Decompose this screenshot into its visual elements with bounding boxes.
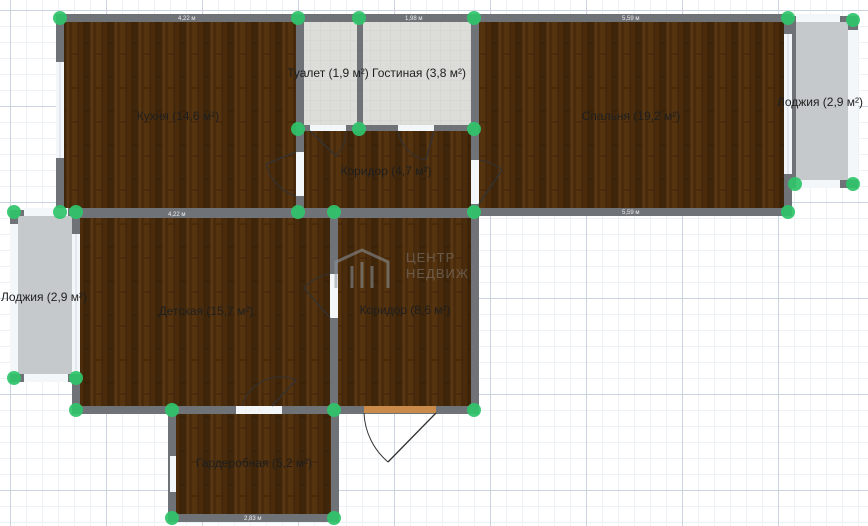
dim-toilet-living-top: 1,98 м — [405, 16, 422, 22]
label-loggia-right: Лоджия (2,9 м²) — [777, 95, 863, 109]
watermark-line-2: НЕДВИЖ — [406, 266, 469, 281]
door-bedroom[interactable] — [471, 160, 479, 204]
vertex-handle[interactable] — [327, 205, 341, 219]
vertex-handle[interactable] — [781, 205, 795, 219]
vertex-handle[interactable] — [7, 371, 21, 385]
vertex-handle[interactable] — [69, 205, 83, 219]
vertex-handle[interactable] — [788, 177, 802, 191]
dim-kids-bottom: 2,83 м — [244, 408, 261, 414]
vertex-handle[interactable] — [53, 205, 67, 219]
vertex-handle[interactable] — [467, 122, 481, 136]
front-door[interactable] — [364, 406, 436, 413]
vertex-handle[interactable] — [846, 177, 860, 191]
label-wardrobe: Гардеробная (5,2 м²) — [196, 456, 312, 470]
vertex-handle[interactable] — [291, 122, 305, 136]
label-kitchen: Кухня (14,6 м²) — [137, 109, 219, 123]
dim-bedroom-top: 5,59 м — [622, 16, 639, 22]
vertex-handle[interactable] — [846, 13, 860, 27]
vertex-handle[interactable] — [69, 371, 83, 385]
label-living: Гостиная (3,8 м²) — [372, 66, 466, 80]
watermark-line-1: ЦЕНТР — [406, 250, 455, 265]
vertex-handle[interactable] — [352, 11, 366, 25]
vertex-handle[interactable] — [165, 511, 179, 525]
door-living[interactable] — [398, 125, 434, 131]
label-corridor-small: Коридор (4,7 м²) — [341, 164, 432, 178]
vertex-handle[interactable] — [781, 11, 795, 25]
door-toilet[interactable] — [310, 125, 346, 131]
window-loggia-right-top — [796, 14, 840, 22]
floor-plan: 4,22 м 1,98 м 5,59 м 4,22 м 5,59 м 2,83 … — [1, 11, 863, 525]
label-toilet: Туалет (1,9 м²) — [287, 66, 369, 80]
label-bedroom: Спальня (19,2 м²) — [582, 109, 680, 123]
door-kitchen[interactable] — [296, 152, 304, 196]
vertex-handle[interactable] — [467, 205, 481, 219]
dim-bedroom-bottom: 5,59 м — [622, 210, 639, 216]
dim-wardrobe-bottom: 2,83 м — [244, 516, 261, 522]
vertex-handle[interactable] — [352, 122, 366, 136]
vertex-handle[interactable] — [291, 205, 305, 219]
vertex-handle[interactable] — [165, 403, 179, 417]
vertex-handle[interactable] — [69, 403, 83, 417]
label-loggia-left: Лоджия (2,9 м²) — [1, 290, 87, 304]
vertex-handle[interactable] — [291, 11, 305, 25]
vertex-handle[interactable] — [467, 403, 481, 417]
label-kids-room: Детская (15,7 м²) — [159, 304, 254, 318]
window-loggia-right-bottom — [796, 180, 840, 188]
window-loggia-left-bottom — [24, 374, 68, 382]
vertex-handle[interactable] — [53, 11, 67, 25]
dim-kitchen-bottom: 4,22 м — [168, 212, 185, 218]
vertex-handle[interactable] — [327, 403, 341, 417]
vertex-handle[interactable] — [467, 11, 481, 25]
label-corridor-big: Коридор (8,6 м²) — [360, 303, 451, 317]
vertex-handle[interactable] — [7, 205, 21, 219]
vertex-handle[interactable] — [327, 511, 341, 525]
window-wardrobe — [170, 456, 176, 492]
dim-kitchen-top: 4,22 м — [178, 16, 195, 22]
